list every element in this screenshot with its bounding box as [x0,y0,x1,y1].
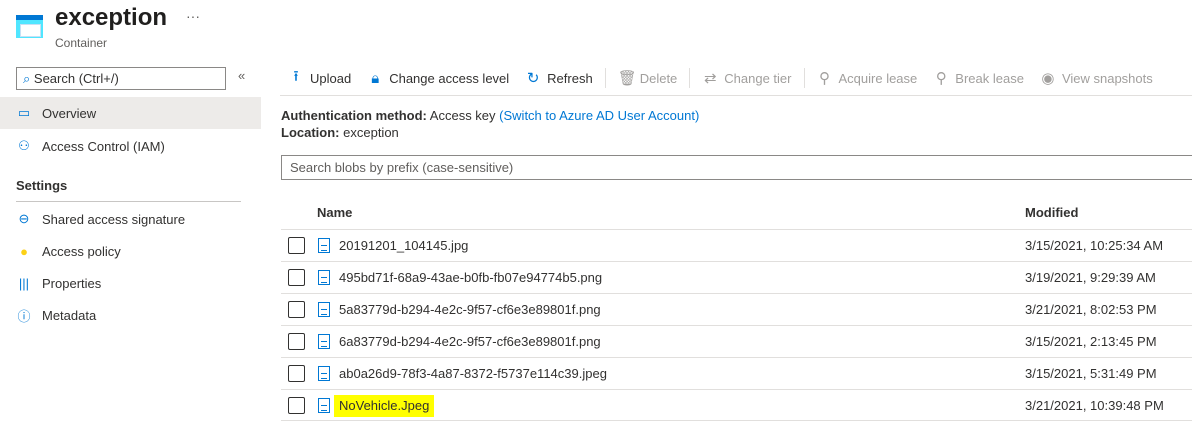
view-snapshots-button[interactable]: ◉ View snapshots [1032,69,1161,87]
sidebar-item-label: Overview [42,105,97,121]
sidebar-item-metadata[interactable]: ⓘ Metadata [0,299,261,331]
label: Break lease [955,70,1024,86]
change-tier-button[interactable]: ⇄ Change tier [694,69,799,87]
label: Refresh [547,70,593,86]
label: Upload [310,70,352,86]
file-icon [318,366,330,381]
separator [604,68,606,88]
sidebar-search-input[interactable]: ⌕ Search (Ctrl+/) [16,67,226,90]
container-icon: ▭ [17,105,31,120]
sidebar-item-label: Metadata [42,307,97,323]
modified-date: 3/21/2021, 8:02:53 PM [1025,302,1157,317]
break-lease-icon: ⚲ [935,70,947,87]
row-checkbox[interactable] [288,269,305,286]
break-lease-button[interactable]: ⚲ Break lease [925,69,1032,87]
command-bar: ⭱ Upload 🔒︎ Change access level ↻ Refresh 🗑… [280,66,1161,90]
table-row[interactable]: ab0a26d9-78f3-4a87-8372-f5737e114c39.jpe… [281,357,1192,389]
row-checkbox[interactable] [288,237,305,254]
settings-heading: Settings [16,178,68,193]
separator [803,68,805,88]
lock-icon: 🔒︎ [371,69,380,87]
more-button[interactable]: ··· [186,8,200,24]
lease-icon: ⚲ [819,70,830,87]
switch-auth-link[interactable]: (Switch to Azure AD User Account) [499,108,699,123]
label: Delete [639,70,678,86]
trash-icon: 🗑︎ [617,70,637,87]
refresh-icon: ↻ [526,70,540,87]
sidebar-item-label: Properties [42,275,102,291]
separator [689,68,691,88]
location: Location: exception [281,125,399,140]
auth-label: Authentication method: [281,108,427,123]
divider [280,95,1192,96]
acquire-lease-button[interactable]: ⚲ Acquire lease [809,69,926,87]
sidebar-item-shared-access-signature[interactable]: ⊖ Shared access signature [0,203,261,235]
file-icon [318,270,330,285]
sidebar-item-label: Shared access signature [42,211,186,227]
label: View snapshots [1061,70,1153,86]
sidebar-item-properties[interactable]: ||| Properties [0,267,261,299]
page-title: exception [55,4,168,31]
blob-name-link[interactable]: 20191201_104145.jpg [339,238,468,253]
sidebar-item-overview[interactable]: ▭ Overview [0,97,261,129]
blob-name-link[interactable]: 5a83779d-b294-4e2c-9f57-cf6e3e89801f.png [339,302,601,317]
location-label: Location: [281,125,340,140]
properties-icon: ||| [18,275,30,291]
sidebar-item-access-control[interactable]: ⚇ Access Control (IAM) [0,130,261,162]
search-placeholder: Search (Ctrl+/) [33,71,119,86]
divider [16,201,241,202]
auth-method: Authentication method: Access key (Switc… [281,108,699,123]
page-subtitle: Container [55,36,108,50]
table-row[interactable]: 20191201_104145.jpg 3/15/2021, 10:25:34 A… [281,229,1192,261]
label: Change access level [389,70,510,86]
modified-date: 3/19/2021, 9:29:39 AM [1025,270,1156,285]
file-icon [318,238,330,253]
upload-icon: ⭱ [293,67,299,85]
link-icon: ⊖ [18,211,30,226]
row-checkbox[interactable] [288,333,305,350]
auth-value: Access key [429,108,496,123]
delete-button[interactable]: 🗑︎ Delete [610,69,686,87]
row-checkbox[interactable] [288,365,305,382]
upload-button[interactable]: ⭱ Upload [280,66,359,91]
table-row[interactable]: NoVehicle.Jpeg 3/21/2021, 10:39:48 PM [281,389,1192,421]
table-row[interactable]: 5a83779d-b294-4e2c-9f57-cf6e3e89801f.png… [281,293,1192,325]
row-checkbox[interactable] [288,301,305,318]
blob-name-link[interactable]: NoVehicle.Jpeg [334,395,435,417]
eye-icon: ◉ [1041,70,1055,87]
search-icon: ⌕ [23,71,31,86]
table-row[interactable]: 6a83779d-b294-4e2c-9f57-cf6e3e89801f.png… [281,325,1192,357]
refresh-button[interactable]: ↻ Refresh [517,69,601,87]
key-icon: ● [20,243,28,259]
sidebar-item-access-policy[interactable]: ● Access policy [0,235,261,267]
modified-date: 3/15/2021, 2:13:45 PM [1025,334,1157,349]
file-icon [318,398,330,413]
modified-date: 3/15/2021, 10:25:34 AM [1025,238,1164,253]
collapse-sidebar-button[interactable]: « [238,68,245,83]
blob-name-link[interactable]: ab0a26d9-78f3-4a87-8372-f5737e114c39.jpe… [339,366,607,381]
column-header-name[interactable]: Name [317,205,352,220]
container-icon [16,15,43,38]
row-checkbox[interactable] [288,397,305,414]
location-value: exception [343,125,399,140]
sidebar-item-label: Access policy [42,243,121,259]
modified-date: 3/15/2021, 5:31:49 PM [1025,366,1157,381]
label: Change tier [724,70,792,86]
modified-date: 3/21/2021, 10:39:48 PM [1025,398,1164,413]
info-icon: ⓘ [17,308,31,324]
swap-icon: ⇄ [703,70,717,87]
file-icon [318,302,330,317]
blob-name-link[interactable]: 495bd71f-68a9-43ae-b0fb-fb07e94774b5.png [339,270,602,285]
blob-name-link[interactable]: 6a83779d-b294-4e2c-9f57-cf6e3e89801f.png [339,334,601,349]
table-row[interactable]: 495bd71f-68a9-43ae-b0fb-fb07e94774b5.png… [281,261,1192,293]
sidebar-item-label: Access Control (IAM) [42,138,165,154]
label: Acquire lease [838,70,918,86]
column-header-modified[interactable]: Modified [1025,205,1078,220]
people-icon: ⚇ [18,138,30,153]
file-icon [318,334,330,349]
change-access-level-button[interactable]: 🔒︎ Change access level [359,70,517,87]
blob-search-input[interactable]: Search blobs by prefix (case-sensitive) [281,155,1192,180]
